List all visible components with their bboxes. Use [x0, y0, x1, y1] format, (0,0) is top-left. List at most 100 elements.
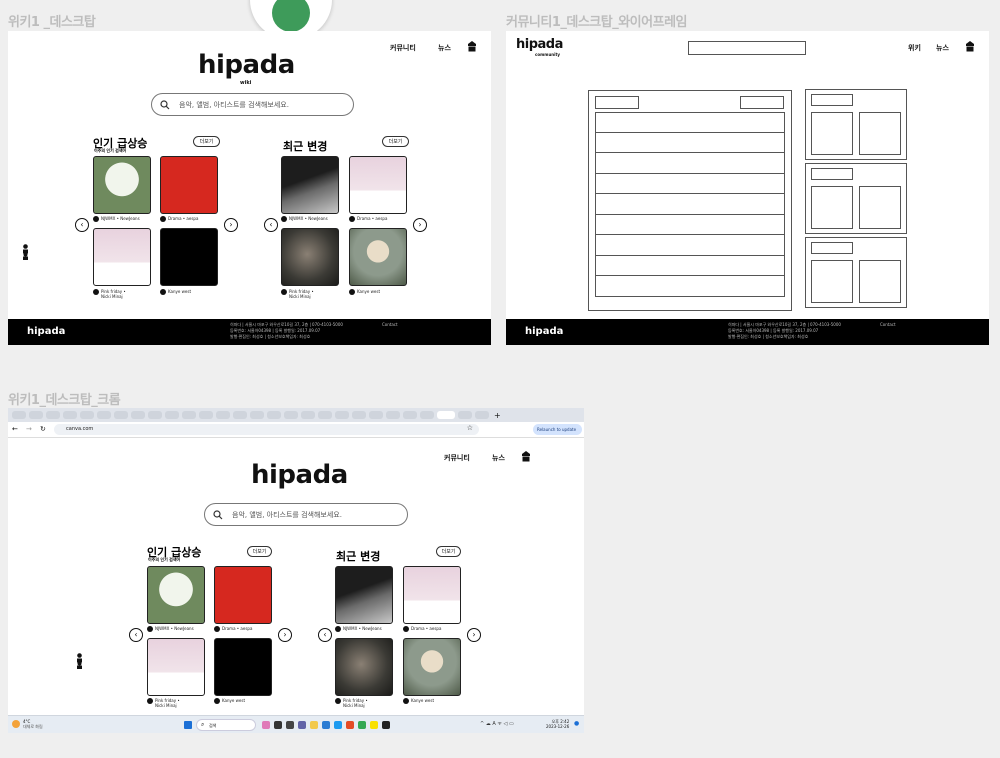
new-tab-icon[interactable]: + — [494, 411, 501, 420]
notification-icon[interactable]: ● — [574, 720, 579, 727]
recent-more-button[interactable]: 더보기 — [382, 136, 409, 147]
browser-tab[interactable] — [420, 411, 434, 419]
browser-tab[interactable] — [182, 411, 196, 419]
side-card-thumb[interactable] — [859, 260, 901, 303]
post-row[interactable] — [596, 215, 784, 235]
popular-album-art-3[interactable] — [93, 228, 151, 286]
browser-tab[interactable] — [131, 411, 145, 419]
popular-album-art-3[interactable] — [147, 638, 205, 696]
browser-tab[interactable] — [335, 411, 349, 419]
browser-tab[interactable] — [29, 411, 43, 419]
side-card-thumb[interactable] — [859, 112, 901, 155]
bookmark-star-icon[interactable]: ☆ — [467, 424, 473, 432]
browser-tab[interactable] — [475, 411, 489, 419]
address-bar[interactable]: canva.com ☆ — [54, 424, 479, 435]
footer-logo[interactable]: hipada — [27, 326, 65, 337]
post-row[interactable] — [596, 153, 784, 174]
popular-caption-4[interactable]: Kanye west — [214, 698, 274, 704]
recent-caption-3[interactable]: Pink friday • Nicki Minaj — [281, 289, 323, 299]
taskbar-app-icon[interactable] — [298, 721, 306, 729]
popular-album-art-2[interactable] — [160, 156, 218, 214]
taskbar-app-icon[interactable] — [382, 721, 390, 729]
browser-tab[interactable] — [458, 411, 472, 419]
recent-album-art-2[interactable] — [349, 156, 407, 214]
nav-news-link[interactable]: 뉴스 — [936, 43, 949, 53]
browser-tab[interactable] — [250, 411, 264, 419]
browser-tab[interactable] — [97, 411, 111, 419]
recent-album-art-2[interactable] — [403, 566, 461, 624]
recent-prev-button[interactable]: ‹ — [318, 628, 332, 642]
user-profile-icon[interactable] — [521, 451, 531, 462]
popular-album-art-2[interactable] — [214, 566, 272, 624]
popular-album-art-4[interactable] — [214, 638, 272, 696]
browser-tab[interactable] — [386, 411, 400, 419]
relaunch-button[interactable]: Relaunch to update — [533, 424, 582, 435]
user-profile-icon[interactable] — [965, 41, 975, 52]
browser-tab[interactable] — [318, 411, 332, 419]
popular-caption-2[interactable]: Drama • aespa — [214, 626, 274, 632]
community-search-box[interactable] — [688, 41, 806, 55]
recent-caption-4[interactable]: Kanye west — [403, 698, 463, 704]
taskbar-app-icon[interactable] — [334, 721, 342, 729]
popular-album-art-4[interactable] — [160, 228, 218, 286]
list-sort-box[interactable] — [740, 96, 784, 109]
browser-tab[interactable] — [165, 411, 179, 419]
post-row[interactable] — [596, 174, 784, 194]
nav-news-link[interactable]: 뉴스 — [438, 43, 451, 53]
recent-prev-button[interactable]: ‹ — [264, 218, 278, 232]
taskbar-app-icon[interactable] — [346, 721, 354, 729]
recent-next-button[interactable]: › — [413, 218, 427, 232]
wiki-logo[interactable]: hipada — [251, 460, 348, 490]
popular-caption-1[interactable]: NJWMX • NewJeans — [147, 626, 207, 632]
popular-prev-button[interactable]: ‹ — [75, 218, 89, 232]
user-profile-icon[interactable] — [467, 41, 477, 52]
footer-contact-link[interactable]: Contact — [880, 322, 896, 328]
recent-album-art-3[interactable] — [335, 638, 393, 696]
community-logo[interactable]: hipada — [516, 37, 563, 52]
browser-tab[interactable] — [352, 411, 366, 419]
post-row[interactable] — [596, 113, 784, 133]
recent-caption-1[interactable]: NJWMX • NewJeans — [335, 626, 395, 632]
popular-caption-2[interactable]: Drama • aespa — [160, 216, 220, 222]
browser-tab[interactable] — [403, 411, 417, 419]
browser-tab[interactable] — [301, 411, 315, 419]
recent-album-art-4[interactable] — [403, 638, 461, 696]
search-bar[interactable]: 음악, 앨범, 아티스트를 검색해보세요. — [151, 93, 354, 116]
recent-album-art-1[interactable] — [335, 566, 393, 624]
taskbar-app-icon[interactable] — [322, 721, 330, 729]
popular-caption-4[interactable]: Kanye west — [160, 289, 220, 295]
post-row[interactable] — [596, 256, 784, 276]
nav-community-link[interactable]: 커뮤니티 — [444, 453, 470, 463]
browser-tab[interactable] — [267, 411, 281, 419]
side-card-thumb[interactable] — [811, 186, 853, 229]
browser-tab[interactable] — [46, 411, 60, 419]
person-icon[interactable] — [22, 244, 29, 260]
recent-next-button[interactable]: › — [467, 628, 481, 642]
popular-album-art-1[interactable] — [147, 566, 205, 624]
taskbar-app-icon[interactable] — [286, 721, 294, 729]
popular-next-button[interactable]: › — [224, 218, 238, 232]
footer-logo[interactable]: hipada — [525, 326, 563, 337]
recent-caption-3[interactable]: Pink friday • Nicki Minaj — [335, 698, 377, 708]
recent-caption-2[interactable]: Drama • aespa — [349, 216, 409, 222]
nav-community-link[interactable]: 커뮤니티 — [390, 43, 416, 53]
forward-icon[interactable]: → — [26, 425, 32, 433]
side-card-thumb[interactable] — [811, 112, 853, 155]
system-tray[interactable]: ^ ☁ A ᯤ ◁ ▭ — [480, 721, 514, 727]
search-bar[interactable]: 음악, 앨범, 아티스트를 검색해보세요. — [204, 503, 408, 526]
nav-news-link[interactable]: 뉴스 — [492, 453, 505, 463]
taskbar-app-icon[interactable] — [262, 721, 270, 729]
browser-tab[interactable] — [216, 411, 230, 419]
browser-tab[interactable] — [80, 411, 94, 419]
browser-tab[interactable] — [148, 411, 162, 419]
taskbar-app-icon[interactable] — [274, 721, 282, 729]
popular-prev-button[interactable]: ‹ — [129, 628, 143, 642]
taskbar-search[interactable]: ⌕ 검색 — [196, 719, 256, 731]
popular-caption-3[interactable]: Pink friday • Nicki Minaj — [93, 289, 135, 299]
post-row[interactable] — [596, 194, 784, 215]
recent-caption-4[interactable]: Kanye west — [349, 289, 409, 295]
active-browser-tab[interactable] — [437, 411, 455, 419]
recent-more-button[interactable]: 더보기 — [436, 546, 461, 557]
post-row[interactable] — [596, 235, 784, 256]
popular-album-art-1[interactable] — [93, 156, 151, 214]
